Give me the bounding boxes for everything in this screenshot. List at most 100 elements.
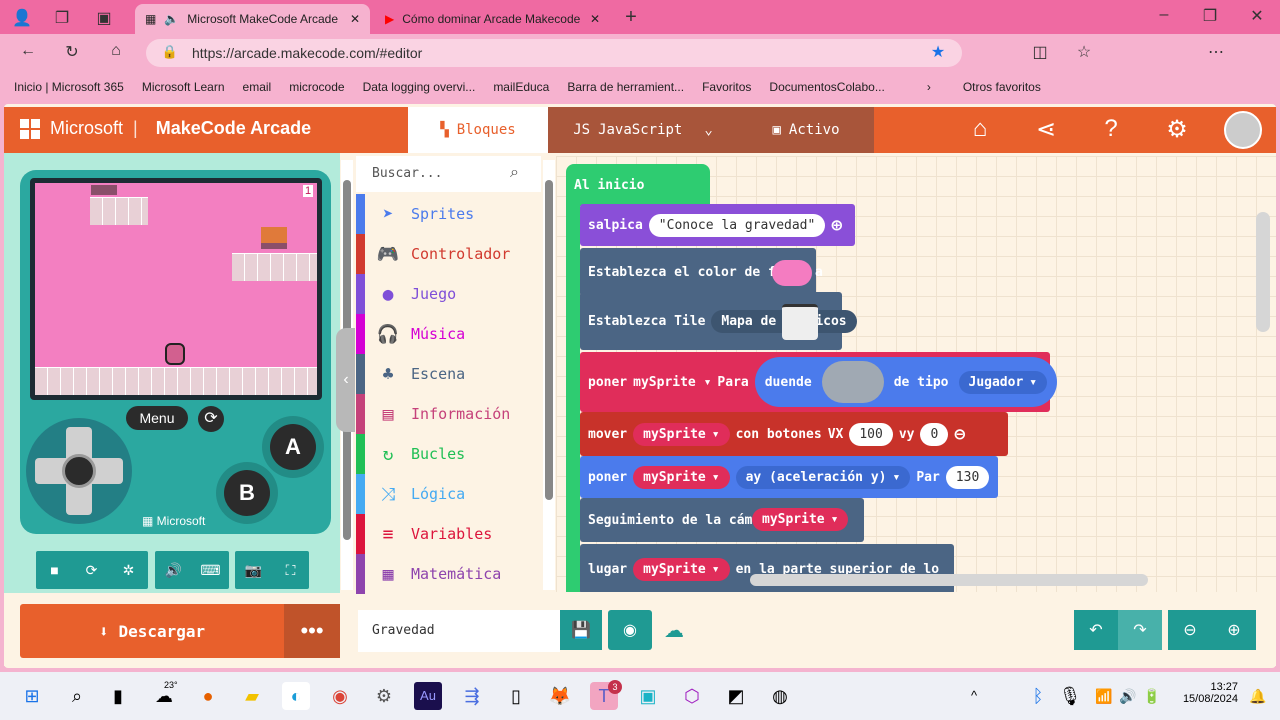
gear-icon[interactable]: ⚙ [1161, 115, 1193, 144]
obs-icon[interactable]: ◍ [766, 682, 794, 710]
create-sprite-block[interactable]: duende de tipo Jugador ▾ [754, 357, 1058, 407]
bookmark[interactable]: Favoritos [702, 80, 751, 94]
toolbox-category-tree[interactable]: ♣ Escena [356, 354, 542, 394]
show-hidden-icons-chevron-icon[interactable]: ^ [960, 682, 988, 710]
help-icon[interactable]: ? [1095, 115, 1127, 143]
favorite-star-icon[interactable]: ★ [926, 42, 950, 62]
new-tab-icon[interactable]: + [619, 6, 643, 29]
collapse-simulator-chevron-icon[interactable]: ‹ [336, 328, 356, 432]
bookmark[interactable]: email [243, 80, 272, 94]
bookmark[interactable]: Inicio | Microsoft 365 [14, 80, 124, 94]
toolbox-category-calculator[interactable]: ▦ Matemática [356, 554, 542, 594]
variable-dropdown[interactable]: mySprite ▾ [633, 422, 730, 446]
toolbox-category-refresh[interactable]: ↻ Bucles [356, 434, 542, 474]
audition-icon[interactable]: Au [414, 682, 442, 710]
menu-button[interactable]: Menu [126, 406, 188, 430]
restore-icon[interactable]: ❐ [1198, 6, 1222, 26]
home-icon[interactable]: ⌂ [964, 115, 996, 143]
bluetooth-icon[interactable]: ᛒ [1024, 682, 1052, 710]
stop-icon[interactable]: ■ [36, 551, 73, 589]
vx-input[interactable]: 100 [849, 422, 893, 446]
split-screen-icon[interactable]: ◫ [1028, 42, 1052, 62]
sprite-image-thumbnail[interactable] [821, 361, 884, 403]
toolbox-scrollbar[interactable] [543, 160, 555, 590]
keyboard-icon[interactable]: ⌨ [192, 551, 229, 589]
variable-dropdown[interactable]: mySprite ▾ [633, 557, 730, 581]
debug-bug-icon[interactable]: ✲ [110, 551, 147, 589]
bookmark[interactable]: Microsoft Learn [142, 80, 225, 94]
home-icon[interactable]: ⌂ [104, 42, 128, 60]
tab-blocks[interactable]: ▚ Bloques [408, 107, 548, 153]
zoom-in-icon[interactable]: ⊕ [1212, 610, 1256, 650]
chevron-right-icon[interactable]: › [927, 80, 931, 94]
toolbox-category-shuffle[interactable]: ⤨ Lógica [356, 474, 542, 514]
more-icon[interactable]: ⋯ [1204, 42, 1228, 62]
reload-icon[interactable]: ↻ [60, 42, 84, 62]
tab-javascript[interactable]: JS JavaScript ⌄ [548, 107, 738, 153]
avatar[interactable] [1224, 111, 1262, 149]
speaker-icon[interactable]: 🔈 [164, 12, 179, 26]
toolbox-category-headphones[interactable]: 🎧 Música [356, 314, 542, 354]
zoom-out-icon[interactable]: ⊖ [1168, 610, 1212, 650]
bookmark[interactable]: mailEduca [493, 80, 549, 94]
toolbox-category-circle[interactable]: ● Juego [356, 274, 542, 314]
tab-makecode[interactable]: ▦ 🔈 Microsoft MakeCode Arcade ✕ [135, 4, 370, 34]
app-icon[interactable]: ◩ [722, 682, 750, 710]
save-icon[interactable]: 💾 [560, 610, 602, 650]
splash-block[interactable]: salpica "Conoce la gravedad" ⊕ [580, 204, 855, 246]
variable-dropdown[interactable]: mySprite ▾ [633, 375, 711, 390]
windows-start-icon[interactable]: ⊞ [18, 682, 46, 710]
scrollbar-thumb[interactable] [545, 180, 553, 500]
app-icon[interactable]: ▯ [502, 682, 530, 710]
screenshot-camera-icon[interactable]: 📷 [235, 551, 272, 589]
variable-dropdown[interactable]: mySprite ▾ [752, 508, 849, 531]
b-button[interactable]: B [224, 470, 270, 516]
close-tab-icon[interactable]: ✕ [350, 12, 360, 26]
back-icon[interactable]: ← [16, 42, 40, 60]
value-input[interactable]: 130 [945, 465, 990, 489]
fullscreen-icon[interactable]: ⛶ [272, 551, 309, 589]
edge-icon[interactable]: ◐ [282, 682, 310, 710]
github-icon[interactable]: ◉ [608, 610, 652, 650]
add-circle-icon[interactable]: ⊕ [831, 215, 842, 236]
bookmark[interactable]: Data logging overvi... [363, 80, 476, 94]
vy-input[interactable]: 0 [920, 422, 949, 446]
tab-youtube[interactable]: ▶ Cómo dominar Arcade Makecode ✕ [375, 4, 610, 34]
bookmark-other-favorites[interactable]: Otros favoritos [963, 80, 1041, 94]
task-view-icon[interactable]: ▮ [104, 682, 132, 710]
game-screen[interactable]: 1 [35, 183, 317, 395]
notifications-bell-icon[interactable]: 🔔 [1244, 682, 1272, 710]
clock[interactable]: 13:27 15/08/2024 [1172, 681, 1238, 705]
toolbox-category-list[interactable]: ≡ Variables [356, 514, 542, 554]
search-icon[interactable]: ⌕ [63, 682, 91, 710]
vertical-scrollbar[interactable] [1256, 212, 1270, 332]
brand[interactable]: Microsoft | MakeCode Arcade [20, 118, 311, 139]
minimize-icon[interactable]: – [1152, 6, 1176, 24]
bookmark[interactable]: DocumentosColabo... [769, 80, 884, 94]
variable-dropdown[interactable]: mySprite ▾ [633, 465, 730, 489]
splash-text-input[interactable]: "Conoce la gravedad" [648, 213, 826, 237]
share-icon[interactable]: ⋖ [1030, 115, 1062, 144]
search-icon[interactable]: ⌕ [510, 164, 519, 182]
bookmark[interactable]: microcode [289, 80, 344, 94]
color-swatch-pink[interactable] [772, 260, 812, 286]
on-start-block[interactable]: Al inicio [566, 164, 710, 206]
blocks-workspace[interactable]: Al inicio salpica "Conoce la gravedad" ⊕ E… [556, 156, 1276, 592]
a-button[interactable]: A [270, 424, 316, 470]
set-sprite-property-block[interactable]: poner mySprite ▾ ay (aceleración y) ▾ Par 130 [580, 456, 998, 498]
tab-assets[interactable]: ▣ Activo [738, 107, 874, 153]
toolbox-category-paper-plane[interactable]: ➤ Sprites [356, 194, 542, 234]
close-window-icon[interactable]: ✕ [1245, 6, 1269, 26]
app-icon[interactable]: ⬡ [678, 682, 706, 710]
firefox-icon[interactable]: ● [194, 682, 222, 710]
tilemap-thumbnail[interactable] [782, 304, 818, 340]
redo-icon[interactable]: ↷ [1118, 610, 1162, 650]
restart-icon[interactable]: ⟳ [73, 551, 110, 589]
chrome-icon[interactable]: ◉ [326, 682, 354, 710]
bookmark[interactable]: Barra de herramient... [567, 80, 684, 94]
tab-actions-icon[interactable]: ▣ [92, 8, 116, 28]
profile-avatar-icon[interactable]: 👤 [10, 8, 34, 28]
undo-icon[interactable]: ↶ [1074, 610, 1118, 650]
app-icon[interactable]: ⇶ [458, 682, 486, 710]
property-dropdown[interactable]: ay (aceleración y) ▾ [735, 465, 911, 489]
